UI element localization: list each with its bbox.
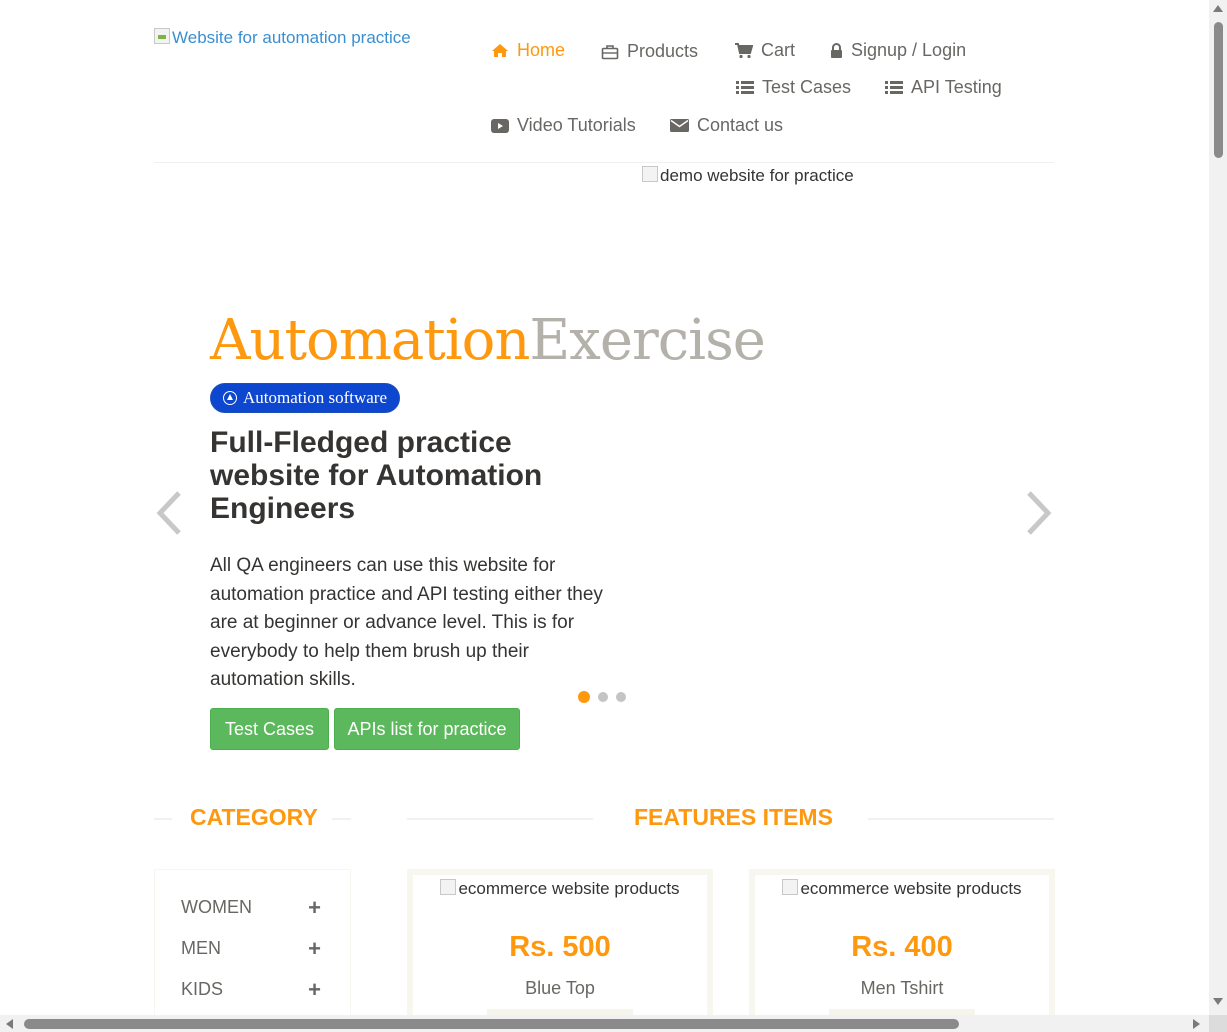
category-label: WOMEN	[181, 897, 252, 917]
header-divider	[154, 162, 1054, 163]
slider-dot-2[interactable]	[598, 692, 608, 702]
nav-video-tutorials-label: Video Tutorials	[517, 115, 636, 135]
site-logo[interactable]: Website for automation practice	[154, 28, 411, 48]
features-heading-line-left	[407, 818, 593, 820]
hero-description: All QA engineers can use this website fo…	[210, 555, 603, 690]
scroll-right-arrow-icon[interactable]	[1193, 1019, 1200, 1029]
slider-dot-3[interactable]	[616, 692, 626, 702]
slider-next-button[interactable]	[1024, 490, 1054, 541]
lock-icon	[831, 42, 842, 58]
category-heading-line-right	[332, 818, 351, 820]
nav-home[interactable]: Home	[491, 40, 565, 61]
list-icon	[885, 81, 903, 94]
logo-alt-text: Website for automation practice	[172, 28, 411, 47]
category-heading-line-left	[154, 818, 172, 820]
features-heading: FEATURES ITEMS	[634, 804, 833, 830]
list-icon	[736, 81, 754, 94]
badge-label: Automation software	[243, 388, 387, 407]
slider-indicators	[578, 691, 626, 703]
nav-contact-us-label: Contact us	[697, 115, 784, 135]
plus-icon[interactable]: +	[308, 978, 321, 1000]
brand-title-part1: Automation	[210, 308, 530, 373]
nav-signup-login-label: Signup / Login	[851, 40, 967, 60]
product-name: Men Tshirt	[860, 978, 944, 998]
slider-dot-1[interactable]	[578, 691, 590, 703]
product-name: Blue Top	[525, 978, 595, 998]
product-price: Rs. 500	[509, 931, 611, 963]
envelope-icon	[670, 119, 689, 132]
apis-list-button[interactable]: APIs list for practice	[334, 708, 520, 750]
briefcase-icon	[601, 44, 619, 59]
horizontal-scrollbar-thumb[interactable]	[24, 1019, 959, 1029]
product-image: ecommerce website products	[755, 879, 1049, 899]
product-image-alt: ecommerce website products	[458, 879, 680, 898]
broken-image-icon	[154, 28, 170, 44]
slider-image: demo website for practice	[642, 166, 854, 186]
nav-test-cases[interactable]: Test Cases	[736, 77, 851, 98]
nav-products[interactable]: Products	[601, 41, 698, 62]
youtube-play-icon	[491, 118, 509, 133]
scrollbar-corner	[1209, 1015, 1227, 1032]
home-icon	[492, 44, 508, 57]
horizontal-scrollbar[interactable]	[0, 1015, 1209, 1032]
nav-products-label: Products	[627, 41, 699, 61]
nav-video-tutorials[interactable]: Video Tutorials	[491, 115, 636, 136]
product-image: ecommerce website products	[413, 879, 707, 899]
brand-title-part2: Exercise	[529, 308, 766, 373]
nav-cart[interactable]: Cart	[735, 40, 795, 61]
category-panel: WOMEN + MEN + KIDS +	[154, 869, 351, 1029]
nav-home-label: Home	[517, 40, 566, 60]
chevron-left-icon	[156, 491, 181, 535]
broken-image-icon	[440, 879, 457, 895]
nav-test-cases-label: Test Cases	[762, 77, 852, 97]
scroll-left-arrow-icon[interactable]	[6, 1019, 13, 1029]
automation-software-badge: Automation software	[210, 383, 400, 413]
broken-image-icon	[782, 879, 799, 895]
category-men[interactable]: MEN +	[181, 937, 321, 959]
arrow-up-circle-icon	[223, 391, 237, 405]
nav-signup-login[interactable]: Signup / Login	[830, 40, 966, 61]
nav-cart-label: Cart	[761, 40, 796, 60]
scroll-up-arrow-icon[interactable]	[1213, 5, 1223, 12]
category-heading: CATEGORY	[190, 804, 318, 830]
plus-icon[interactable]: +	[308, 896, 321, 918]
category-label: KIDS	[181, 979, 224, 999]
product-card: ecommerce website products Rs. 400 Men T…	[749, 869, 1055, 1029]
category-women[interactable]: WOMEN +	[181, 896, 321, 918]
features-heading-line-right	[868, 818, 1054, 820]
category-kids[interactable]: KIDS +	[181, 978, 321, 1000]
category-label: MEN	[181, 938, 221, 958]
product-price: Rs. 400	[851, 931, 953, 963]
shopping-cart-icon	[735, 42, 753, 58]
plus-icon[interactable]: +	[308, 937, 321, 959]
slider-image-alt: demo website for practice	[660, 166, 854, 185]
scroll-down-arrow-icon[interactable]	[1213, 998, 1223, 1005]
brand-title: AutomationExercise	[210, 308, 766, 373]
slider-prev-button[interactable]	[154, 490, 184, 541]
broken-image-icon	[642, 166, 658, 182]
hero-title: Full-Fledged practice website for Automa…	[210, 426, 543, 525]
product-image-alt: ecommerce website products	[800, 879, 1022, 898]
nav-contact-us[interactable]: Contact us	[670, 115, 783, 136]
vertical-scrollbar-thumb[interactable]	[1214, 22, 1223, 158]
nav-api-testing[interactable]: API Testing	[885, 77, 1002, 98]
product-card: ecommerce website products Rs. 500 Blue …	[407, 869, 713, 1029]
nav-api-testing-label: API Testing	[911, 77, 1002, 97]
chevron-right-icon	[1027, 491, 1052, 535]
vertical-scrollbar[interactable]	[1209, 0, 1227, 1015]
test-cases-button[interactable]: Test Cases	[210, 708, 329, 750]
